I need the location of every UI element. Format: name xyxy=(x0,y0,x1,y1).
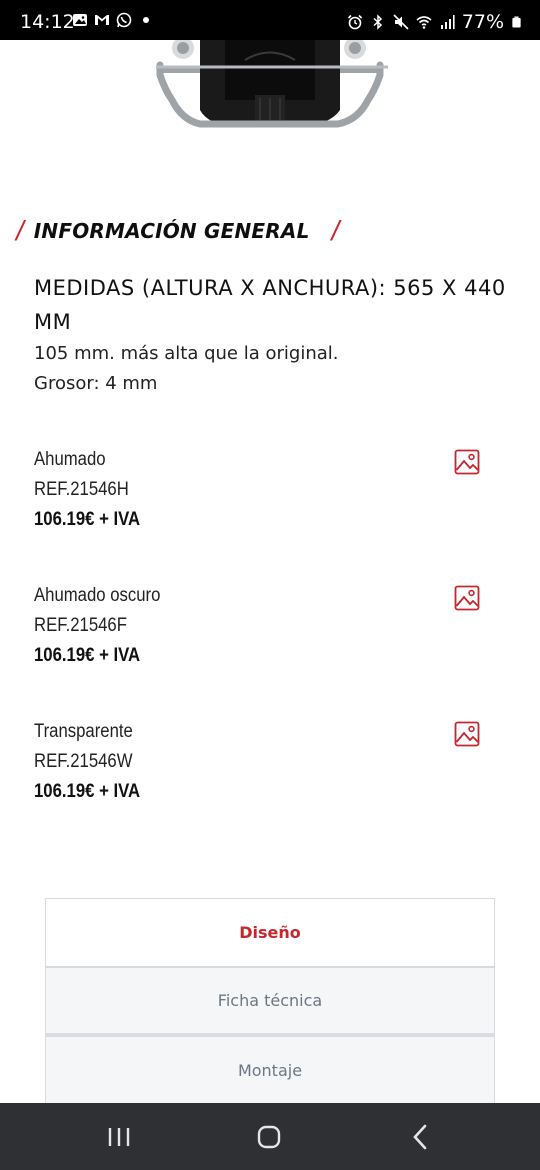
status-time: 14:12 xyxy=(20,11,75,33)
tab-montaje[interactable]: Montaje xyxy=(45,1036,495,1105)
image-icon[interactable] xyxy=(454,449,480,475)
dot-icon xyxy=(143,17,149,23)
status-bar: 14:12 77% xyxy=(0,0,540,40)
variant-ref: REF.21546F xyxy=(34,615,127,636)
bluetooth-icon xyxy=(373,14,382,30)
tab-ficha-tecnica[interactable]: Ficha técnica xyxy=(45,967,495,1036)
tab-diseno[interactable]: Diseño xyxy=(45,898,495,967)
mute-icon xyxy=(393,14,409,30)
list-item: Ahumado oscuro REF.21546F 106.19€ + IVA xyxy=(34,581,494,681)
list-item: Ahumado REF.21546H 106.19€ + IVA xyxy=(34,445,494,545)
measures-heading: MEDIDAS (ALTURA X ANCHURA): 565 X 440 MM xyxy=(34,276,506,334)
battery-icon xyxy=(512,16,521,28)
signal-icon xyxy=(440,15,455,29)
product-image xyxy=(0,37,540,135)
measures-block: MEDIDAS (ALTURA X ANCHURA): 565 X 440 MM… xyxy=(34,271,514,399)
gallery-icon xyxy=(73,14,87,26)
home-icon[interactable] xyxy=(253,1121,285,1153)
section-heading: / INFORMACIÓN GENERAL / xyxy=(16,213,339,249)
measures-height-note: 105 mm. más alta que la original. xyxy=(34,343,339,364)
heading-slash-left: / xyxy=(16,215,24,246)
variant-price: 106.19€ + IVA xyxy=(34,781,141,802)
whatsapp-icon xyxy=(116,12,132,28)
wifi-icon xyxy=(416,16,432,29)
heading-slash-right: / xyxy=(331,215,340,246)
navigation-bar xyxy=(0,1103,540,1170)
battery-percentage: 77% xyxy=(461,11,504,33)
variant-ref: REF.21546W xyxy=(34,751,133,772)
list-item: Transparente REF.21546W 106.19€ + IVA xyxy=(34,717,494,817)
variant-ref: REF.21546H xyxy=(34,479,129,500)
recent-apps-icon[interactable] xyxy=(103,1121,135,1153)
section-title: INFORMACIÓN GENERAL xyxy=(33,219,310,243)
notification-icons xyxy=(72,12,154,28)
back-icon[interactable] xyxy=(405,1121,437,1153)
image-icon[interactable] xyxy=(454,585,480,611)
measures-thickness: Grosor: 4 mm xyxy=(34,373,158,394)
alarm-icon xyxy=(347,14,362,30)
variant-name: Ahumado oscuro xyxy=(34,585,161,606)
gmail-icon xyxy=(95,15,109,25)
variant-name: Transparente xyxy=(34,721,133,742)
variant-price: 106.19€ + IVA xyxy=(34,645,141,666)
tab-list: Diseño Ficha técnica Montaje xyxy=(45,898,495,1105)
system-icons: 77% xyxy=(347,11,522,33)
variant-name: Ahumado xyxy=(34,449,106,470)
variant-price: 106.19€ + IVA xyxy=(34,509,141,530)
image-icon[interactable] xyxy=(454,721,480,747)
